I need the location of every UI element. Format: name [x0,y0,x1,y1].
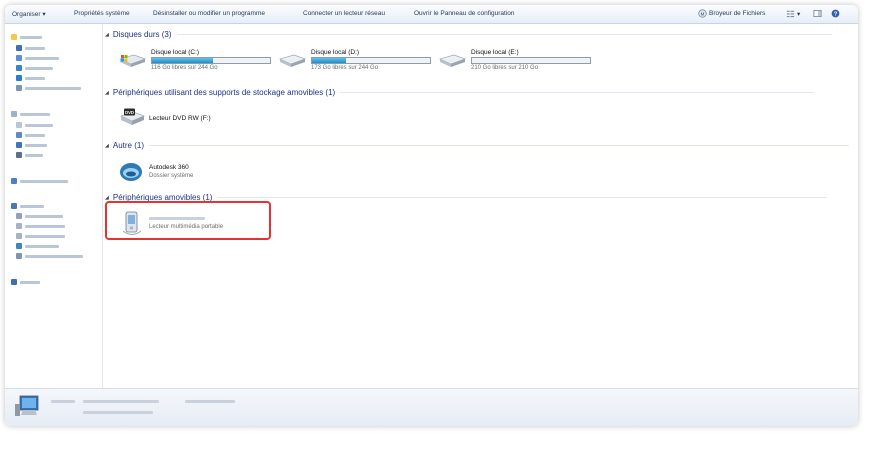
open-control-panel-button[interactable]: Ouvrir le Panneau de configuration [414,10,514,17]
system-properties-button[interactable]: Propriétés système [74,10,130,17]
drive-d[interactable]: Disque local (D:) 173 Go libres sur 244 … [278,49,438,73]
nav-computer-item[interactable] [16,222,65,230]
computer-icon [11,203,17,209]
command-bar: Organiser ▾ Propriétés système Désinstal… [5,5,858,24]
nav-library-item[interactable] [16,151,43,159]
drive-free-space: 116 Go libres sur 244 Go [151,65,218,71]
windows-drive-icon [119,54,146,67]
nav-library-item[interactable] [16,141,47,149]
drive-name: Disque local (C:) [151,49,200,56]
nav-library-item[interactable] [16,121,53,129]
view-options-icon[interactable] [786,9,795,18]
nav-library-item[interactable] [16,131,45,139]
drive-icon [16,213,22,219]
drive-icon [16,233,22,239]
drive-usage-bar [151,57,271,64]
group-removable-storage[interactable]: ◢ Périphériques utilisant des supports d… [105,88,815,97]
group-other[interactable]: ◢ Autre (1) [105,141,849,150]
drive-usage-bar [471,57,591,64]
organize-button[interactable]: Organiser ▾ [12,10,46,18]
nav-favorites-item[interactable] [16,84,81,92]
network-icon [11,279,17,285]
navigation-pane[interactable] [5,24,103,388]
nav-homegroup[interactable] [11,177,68,185]
nav-favorites-item[interactable] [16,74,45,82]
nav-favorites-item[interactable] [16,54,59,62]
music-icon [16,142,22,148]
autodesk-360-icon [120,163,142,181]
drive-usage-bar [311,57,431,64]
folder-icon [16,85,22,91]
phone-icon [16,253,22,259]
drive-e[interactable]: Disque local (E:) 210 Go libres sur 210 … [438,49,598,73]
drive-name: Disque local (D:) [311,49,360,56]
nav-computer-item[interactable] [16,212,63,220]
nav-libraries[interactable] [11,110,50,118]
documents-icon [16,122,22,128]
shredder-icon: M [698,9,707,18]
dvd-drive[interactable]: DVD Lecteur DVD RW (F:) [119,106,239,130]
highlight-box [105,201,271,240]
drive-free-space: 173 Go libres sur 244 Go [311,65,379,71]
folder-icon [16,45,22,51]
autodesk-360[interactable]: Autodesk 360 Dossier système [119,159,239,185]
pictures-icon [16,132,22,138]
nav-favorites-item[interactable] [16,44,45,52]
star-icon [11,34,17,40]
dvd-drive-icon: DVD [120,108,145,125]
help-icon[interactable]: ? [831,9,840,18]
drive-c[interactable]: Disque local (C:) 116 Go libres sur 244 … [118,49,278,73]
nav-computer-item[interactable] [16,252,83,260]
cloud-icon [16,243,22,249]
nav-favorites-item[interactable] [16,64,53,72]
expand-triangle-icon[interactable]: ◢ [105,32,109,38]
map-network-drive-button[interactable]: Connecter un lecteur réseau [303,10,385,17]
autodesk-360-name: Autodesk 360 [149,164,189,171]
folder-icon [16,75,22,81]
svg-text:?: ? [834,12,838,18]
nav-network[interactable] [11,278,40,286]
drive-icon [279,54,306,67]
expand-triangle-icon[interactable]: ◢ [105,90,109,96]
view-dropdown-arrow[interactable]: ▾ [797,10,800,18]
drive-name: Disque local (E:) [471,49,519,56]
nav-computer[interactable] [11,202,44,210]
videos-icon [16,152,22,158]
homegroup-icon [11,178,17,184]
library-icon [11,111,17,117]
nav-computer-item[interactable] [16,242,59,250]
folder-icon [16,55,22,61]
expand-triangle-icon[interactable]: ◢ [105,195,109,201]
details-pane [5,388,858,426]
drive-icon [439,54,466,67]
uninstall-program-button[interactable]: Désinstaller ou modifier un programme [153,10,265,17]
computer-icon [15,395,39,416]
group-hard-drives[interactable]: ◢ Disques durs (3) [105,30,832,39]
svg-text:M: M [701,11,705,16]
dvd-drive-name: Lecteur DVD RW (F:) [149,115,211,122]
cloud-icon [16,65,22,71]
drive-free-space: 210 Go libres sur 210 Go [471,65,539,71]
nav-computer-item[interactable] [16,232,65,240]
nav-favorites[interactable] [11,33,42,41]
file-shredder-button[interactable]: Broyeur de Fichiers [709,10,765,17]
svg-text:DVD: DVD [125,110,134,115]
autodesk-360-type: Dossier système [149,173,194,179]
preview-pane-icon[interactable] [813,9,822,18]
drive-icon [16,223,22,229]
expand-triangle-icon[interactable]: ◢ [105,143,109,149]
